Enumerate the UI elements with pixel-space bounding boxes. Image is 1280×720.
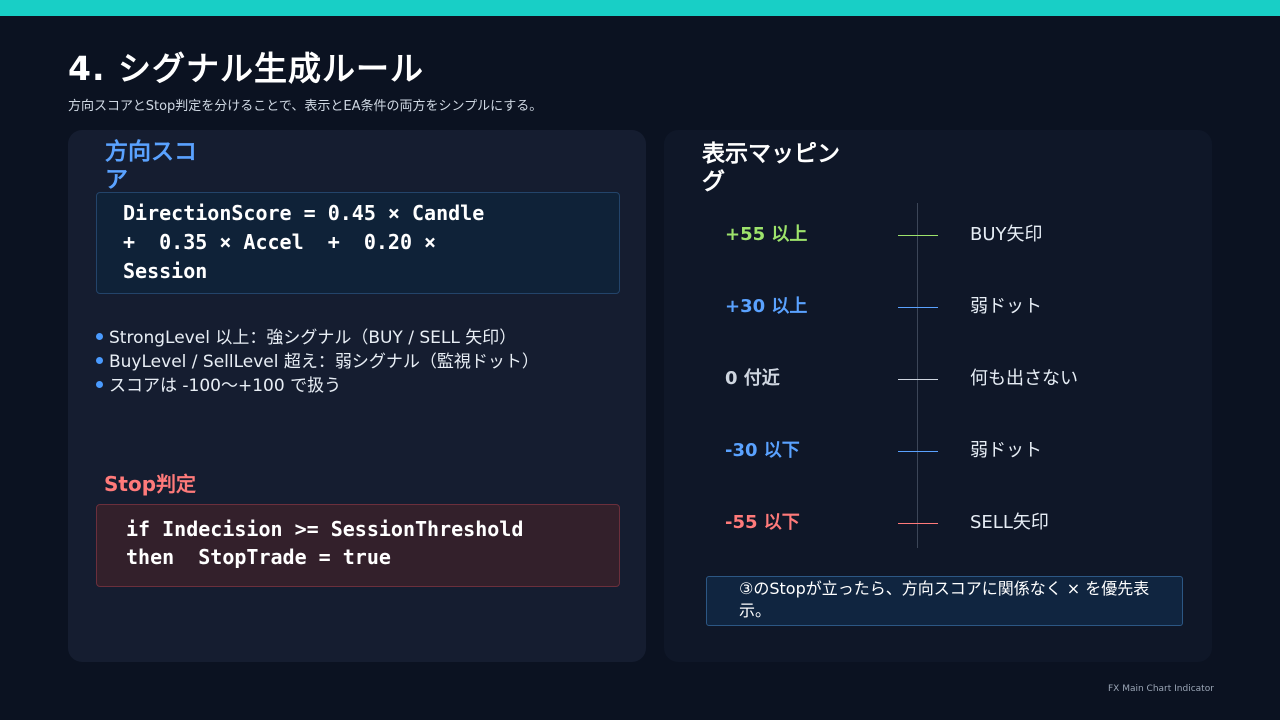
slide-title: 4. シグナル生成ルール [68, 49, 424, 88]
mapping-action: SELL矢印 [970, 512, 1049, 533]
mapping-tick [898, 235, 938, 236]
mapping-row: 0 付近 何も出さない [0, 364, 1280, 394]
mapping-score: 0 付近 [725, 368, 780, 389]
top-accent-bar [0, 0, 1280, 16]
slide-subtitle: 方向スコアとStop判定を分けることで、表示とEA条件の両方をシンプルにする。 [68, 99, 543, 114]
mapping-score: +30 以上 [725, 296, 808, 317]
mapping-row: -55 以下 SELL矢印 [0, 508, 1280, 538]
mapping-heading: 表示マッピング [702, 141, 840, 195]
bullet-dot-icon [96, 356, 103, 364]
direction-score-heading: 方向スコア [105, 139, 197, 193]
mapping-score: +55 以上 [725, 224, 808, 245]
mapping-tick [898, 523, 938, 524]
mapping-tick [898, 379, 938, 380]
bullet-dot-icon [96, 332, 103, 340]
mapping-row: +30 以上 弱ドット [0, 292, 1280, 322]
mapping-score: -55 以下 [725, 512, 800, 533]
mapping-score: -30 以下 [725, 440, 800, 461]
stop-heading: Stop判定 [104, 472, 197, 496]
mapping-row: -30 以下 弱ドット [0, 436, 1280, 466]
mapping-row: +55 以上 BUY矢印 [0, 220, 1280, 250]
note-text: ③のStopが立ったら、方向スコアに関係なく × を優先表示。 [739, 579, 1150, 620]
mapping-action: 弱ドット [970, 440, 1042, 461]
mapping-tick [898, 451, 938, 452]
bullet-item: StrongLevel 以上：強シグナル（BUY / SELL 矢印） [96, 326, 539, 350]
mapping-action: 何も出さない [970, 368, 1078, 389]
stop-priority-note: ③のStopが立ったら、方向スコアに関係なく × を優先表示。 [706, 576, 1183, 626]
mapping-action: BUY矢印 [970, 224, 1043, 245]
mapping-action: 弱ドット [970, 296, 1042, 317]
bullet-text: StrongLevel 以上：強シグナル（BUY / SELL 矢印） [109, 328, 517, 348]
mapping-tick [898, 307, 938, 308]
footer-label: FX Main Chart Indicator [1108, 684, 1214, 694]
